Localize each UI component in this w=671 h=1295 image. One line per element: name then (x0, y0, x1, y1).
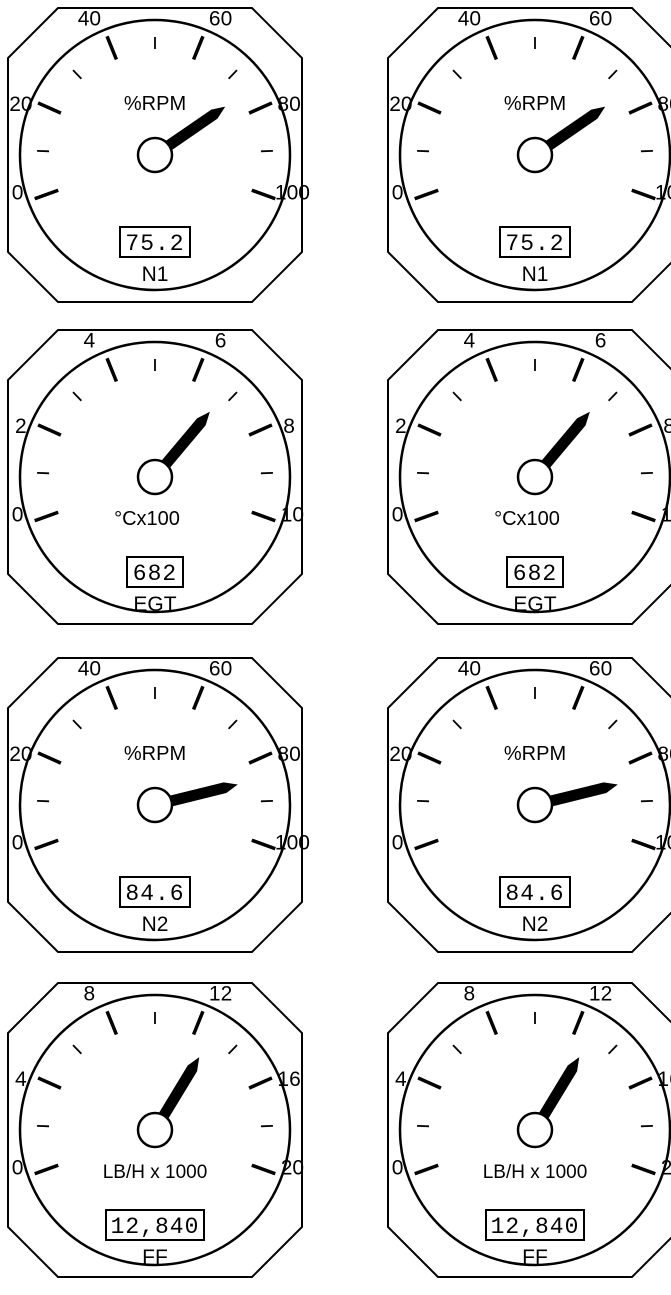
tick-label: 100 (655, 831, 671, 854)
digital-readout: 75.2 (125, 231, 184, 257)
digital-readout: 84.6 (505, 881, 564, 907)
gauge-egt: 0 2 4 6 8 10 °Cx100 682 EGT (388, 330, 671, 624)
digital-readout: 12,840 (111, 1214, 200, 1240)
needle-hub (138, 1113, 172, 1147)
tick-label: 80 (657, 743, 671, 766)
needle-hub (518, 460, 552, 494)
gauge-name: N1 (522, 263, 549, 286)
tick-label: 40 (78, 658, 101, 681)
gauge-name: FF (142, 1246, 168, 1269)
tick-label: 80 (277, 93, 300, 116)
needle-hub (518, 1113, 552, 1147)
gauge-n1: 0 20 40 60 80 100 %RPM 75.2 N1 (388, 8, 671, 302)
digital-readout: 75.2 (505, 231, 564, 257)
tick-label: 8 (464, 983, 476, 1006)
tick-label: 8 (84, 983, 96, 1006)
gauge-n2: 0 20 40 60 80 100 %RPM 84.6 N2 (388, 658, 671, 952)
tick-label: 6 (215, 330, 227, 353)
unit-label: LB/H x 1000 (103, 1162, 208, 1183)
unit-label: %RPM (124, 93, 186, 115)
tick-label: 40 (78, 8, 101, 31)
tick-label: 80 (277, 743, 300, 766)
needle-hub (138, 788, 172, 822)
tick-label: 16 (657, 1068, 671, 1091)
unit-label: °Cx100 (494, 508, 560, 530)
gauge-n1: 0 20 40 60 80 100 %RPM 75.2 N1 (8, 8, 310, 302)
unit-label: LB/H x 1000 (483, 1162, 588, 1183)
needle-hub (518, 138, 552, 172)
unit-label: %RPM (124, 743, 186, 765)
gauge-name: N2 (142, 913, 169, 936)
tick-label: 20 (281, 1156, 304, 1179)
tick-label: 40 (458, 8, 481, 31)
gauge-n2: 0 20 40 60 80 100 %RPM 84.6 N2 (8, 658, 310, 952)
tick-label: 4 (464, 330, 476, 353)
digital-readout: 12,840 (491, 1214, 580, 1240)
tick-label: 0 (392, 181, 404, 204)
tick-label: 10 (661, 503, 671, 526)
tick-label: 4 (84, 330, 96, 353)
tick-label: 60 (589, 8, 612, 31)
tick-label: 10 (281, 503, 304, 526)
gauge-name: FF (522, 1246, 548, 1269)
digital-readout: 682 (513, 561, 557, 587)
gauge-name: N1 (142, 263, 169, 286)
tick-label: 12 (209, 983, 232, 1006)
tick-label: 12 (589, 983, 612, 1006)
tick-label: 2 (15, 415, 27, 438)
unit-label: %RPM (504, 743, 566, 765)
tick-label: 16 (277, 1068, 300, 1091)
engine-instrument-panel: 020406080100%RPM75.2N1020406080100%RPM75… (0, 0, 671, 1290)
tick-label: 20 (9, 743, 32, 766)
tick-label: 0 (392, 503, 404, 526)
gauge-ff: 0 4 8 12 16 20 LB/H x 1000 12,840 FF (388, 983, 671, 1277)
tick-label: 100 (275, 831, 310, 854)
tick-label: 100 (275, 181, 310, 204)
tick-label: 60 (589, 658, 612, 681)
tick-label: 60 (209, 8, 232, 31)
tick-label: 100 (655, 181, 671, 204)
digital-readout: 84.6 (125, 881, 184, 907)
tick-label: 0 (12, 181, 24, 204)
gauge-egt: 0 2 4 6 8 10 °Cx100 682 EGT (8, 330, 304, 624)
tick-label: 0 (392, 1156, 404, 1179)
tick-label: 4 (15, 1068, 27, 1091)
gauge-name: EGT (133, 593, 176, 616)
tick-label: 0 (12, 503, 24, 526)
gauge-name: N2 (522, 913, 549, 936)
gauge-name: EGT (513, 593, 556, 616)
tick-label: 0 (12, 831, 24, 854)
tick-label: 20 (661, 1156, 671, 1179)
tick-label: 0 (12, 1156, 24, 1179)
tick-label: 60 (209, 658, 232, 681)
tick-label: 2 (395, 415, 407, 438)
unit-label: %RPM (504, 93, 566, 115)
tick-label: 8 (283, 415, 295, 438)
needle-hub (138, 460, 172, 494)
gauge-diagram: 020406080100%RPM75.2N1020406080100%RPM75… (0, 0, 671, 1290)
tick-label: 40 (458, 658, 481, 681)
tick-label: 20 (389, 93, 412, 116)
tick-label: 80 (657, 93, 671, 116)
unit-label: °Cx100 (114, 508, 180, 530)
tick-label: 0 (392, 831, 404, 854)
digital-readout: 682 (133, 561, 177, 587)
tick-label: 4 (395, 1068, 407, 1091)
gauge-ff: 0 4 8 12 16 20 LB/H x 1000 12,840 FF (8, 983, 304, 1277)
tick-label: 8 (663, 415, 671, 438)
needle-hub (518, 788, 552, 822)
needle-hub (138, 138, 172, 172)
tick-label: 6 (595, 330, 607, 353)
tick-label: 20 (389, 743, 412, 766)
tick-label: 20 (9, 93, 32, 116)
